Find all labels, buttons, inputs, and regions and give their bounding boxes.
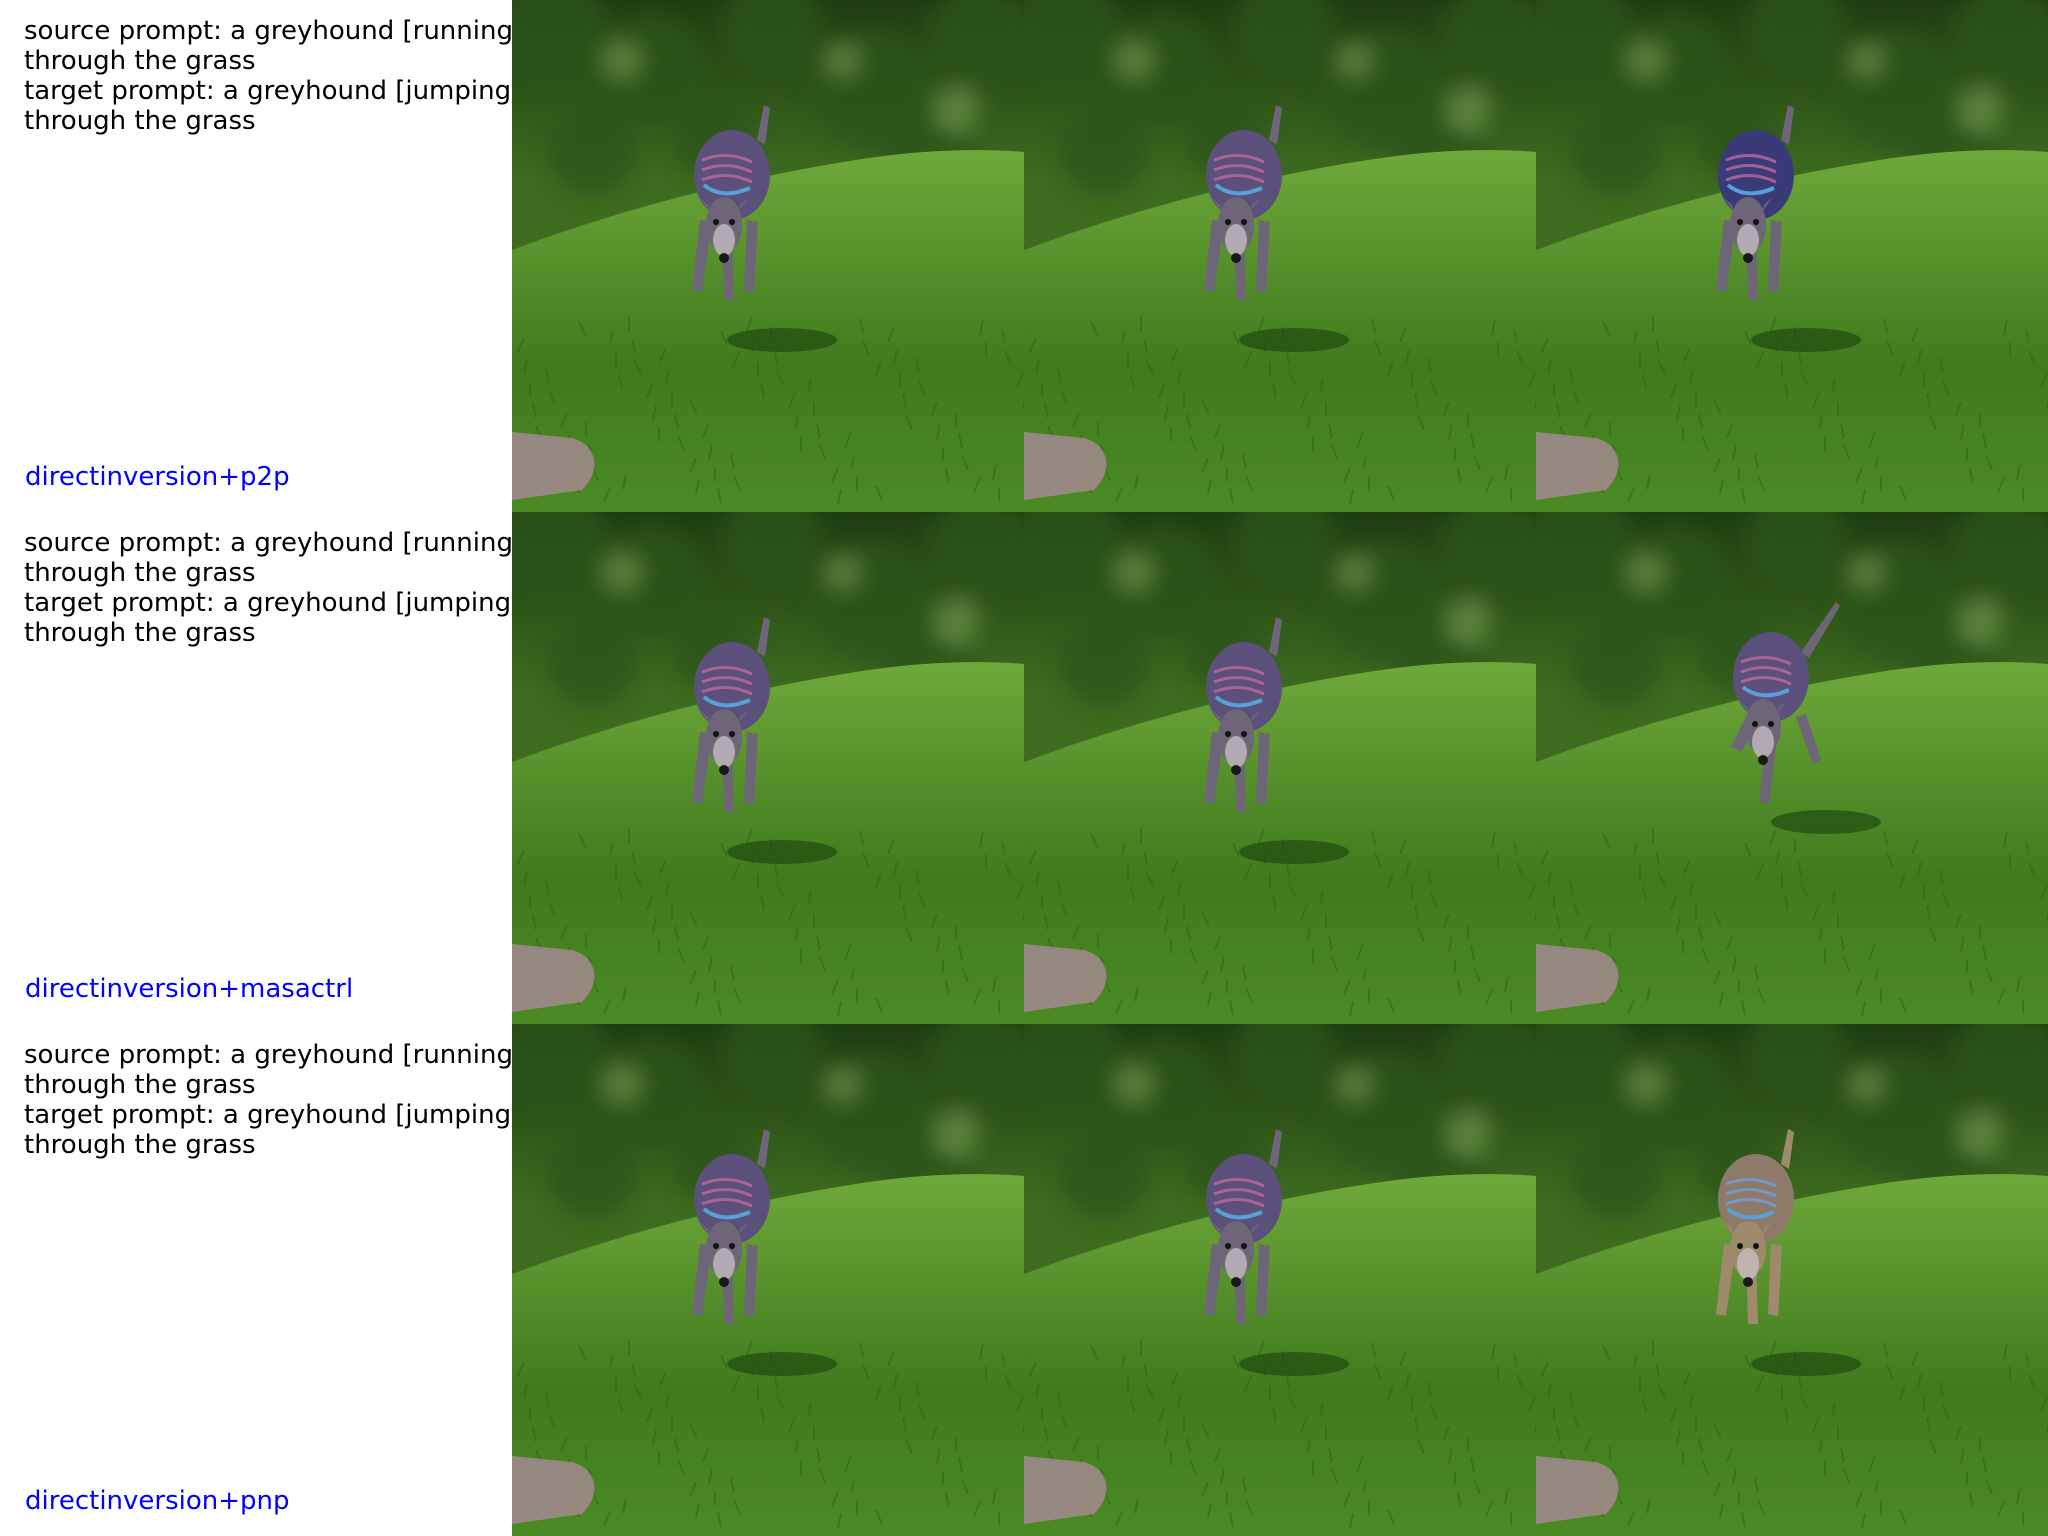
comparison-row-pnp: source prompt: a greyhound [running] thr… (0, 1024, 2048, 1536)
reconstruction-image (1024, 0, 1536, 512)
target-prompt-line-2: through the grass (24, 106, 256, 136)
method-label: directinversion+masactrl (25, 974, 354, 1004)
source-image (512, 512, 1024, 1024)
source-prompt-line-2: through the grass (24, 46, 256, 76)
reconstruction-image (1024, 512, 1536, 1024)
comparison-row-masactrl: source prompt: a greyhound [running] thr… (0, 512, 2048, 1024)
prompt-panel: source prompt: a greyhound [running] thr… (0, 512, 524, 1024)
source-prompt-line-2: through the grass (24, 558, 256, 588)
photo-run (1024, 0, 1536, 512)
photo-run (512, 1024, 1024, 1536)
reconstruction-image (1024, 1024, 1536, 1536)
source-image (512, 1024, 1024, 1536)
source-prompt-line-1: source prompt: a greyhound [running] (24, 1040, 524, 1070)
target-prompt-line-2: through the grass (24, 1130, 256, 1160)
edited-image (1536, 0, 2048, 512)
photo-run-tan (1536, 1024, 2048, 1536)
comparison-row-p2p: source prompt: a greyhound [running] thr… (0, 0, 2048, 512)
target-prompt-line-2: through the grass (24, 618, 256, 648)
prompt-text: source prompt: a greyhound [running] thr… (24, 1040, 524, 1160)
source-prompt-line-2: through the grass (24, 1070, 256, 1100)
photo-run (512, 0, 1024, 512)
method-label: directinversion+p2p (25, 462, 290, 492)
source-prompt-line-1: source prompt: a greyhound [running] (24, 528, 524, 558)
prompt-panel: source prompt: a greyhound [running] thr… (0, 1024, 524, 1536)
source-image (512, 0, 1024, 512)
source-prompt-line-1: source prompt: a greyhound [running] (24, 16, 524, 46)
prompt-text: source prompt: a greyhound [running] thr… (24, 528, 524, 648)
photo-run (512, 512, 1024, 1024)
photo-run (1024, 1024, 1536, 1536)
photo-jump (1536, 512, 2048, 1024)
target-prompt-line-1: target prompt: a greyhound [jumping] (24, 1100, 522, 1130)
prompt-panel: source prompt: a greyhound [running] thr… (0, 0, 524, 512)
edited-image (1536, 1024, 2048, 1536)
edited-image (1536, 512, 2048, 1024)
method-label: directinversion+pnp (25, 1486, 290, 1516)
photo-run (1024, 512, 1536, 1024)
target-prompt-line-1: target prompt: a greyhound [jumping] (24, 588, 522, 618)
prompt-text: source prompt: a greyhound [running] thr… (24, 16, 524, 136)
photo-run-dark (1536, 0, 2048, 512)
target-prompt-line-1: target prompt: a greyhound [jumping] (24, 76, 522, 106)
